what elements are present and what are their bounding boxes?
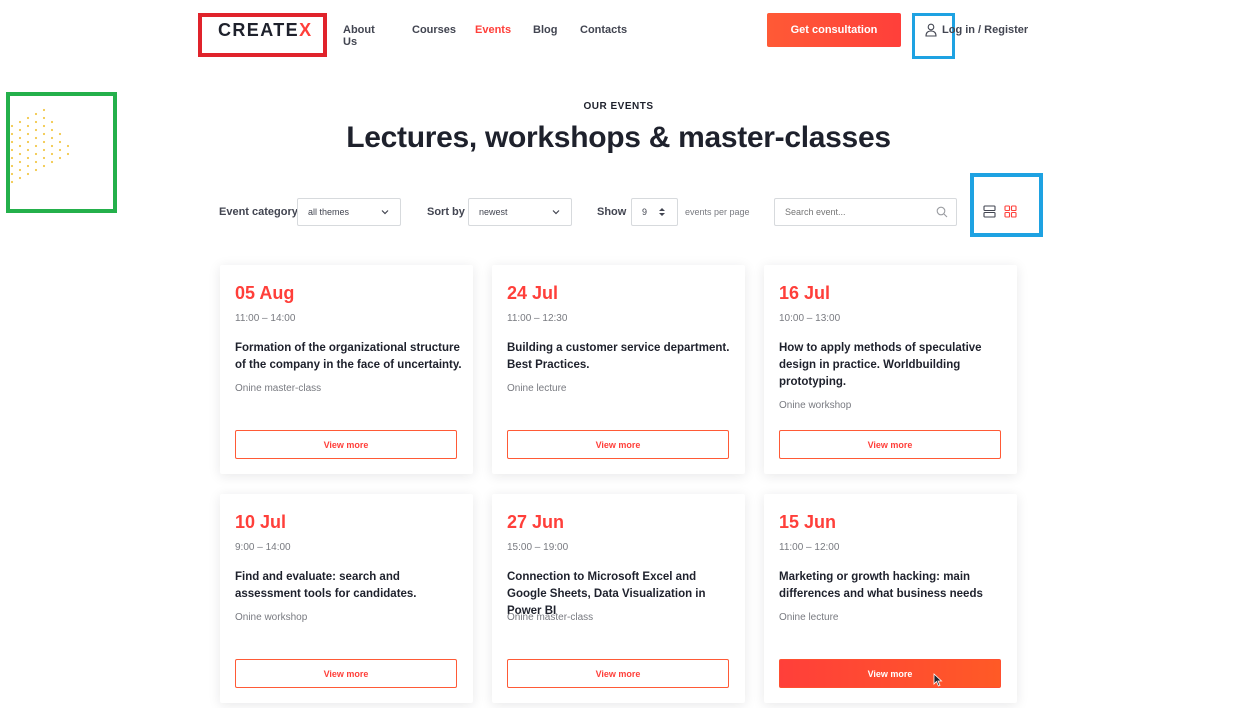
event-time: 15:00 – 19:00 [507,542,569,553]
event-title: Building a customer service department. … [507,342,730,371]
event-title: Marketing or growth hacking: main differ… [779,571,983,600]
event-type: Onine lecture [507,383,567,394]
event-time: 9:00 – 14:00 [235,542,291,553]
view-more-button[interactable]: View more [507,659,729,688]
event-type: Onine workshop [235,612,308,623]
nav-item-about[interactable]: About Us [343,24,375,48]
search-input[interactable] [774,198,957,226]
event-date: 24 Jul [507,283,559,303]
event-card: 10 Jul 9:00 – 14:00 Find and evaluate: s… [220,494,473,703]
event-card: 24 Jul 11:00 – 12:30 Building a customer… [492,265,745,474]
event-type: Onine master-class [507,612,594,623]
view-more-button[interactable]: View more [235,430,457,459]
chevron-down-icon [381,210,389,215]
event-type: Onine lecture [779,612,839,623]
nav-item-courses[interactable]: Courses [412,24,456,36]
stepper-icon[interactable] [657,207,667,217]
event-time: 11:00 – 14:00 [235,313,296,324]
sort-by-select[interactable]: newest [468,198,572,226]
logo-accent: X [299,20,313,40]
event-title: Formation of the organizational structur… [235,342,462,371]
per-page-label: events per page [685,207,750,217]
show-label: Show [597,206,627,218]
event-title: How to apply methods of speculative desi… [779,342,982,388]
grid-view-icon[interactable] [1004,205,1017,218]
per-page-value: 9 [642,207,648,217]
event-time: 11:00 – 12:30 [507,313,568,324]
event-category-label: Event category [219,206,298,218]
event-category-select[interactable]: all themes [297,198,401,226]
nav-item-blog[interactable]: Blog [533,24,557,36]
event-time: 11:00 – 12:00 [779,542,840,553]
view-more-button[interactable]: View more [507,430,729,459]
event-card: 05 Aug 11:00 – 14:00 Formation of the or… [220,265,473,474]
event-card: 15 Jun 11:00 – 12:00 Marketing or growth… [764,494,1017,703]
event-type: Onine workshop [779,400,852,411]
user-icon[interactable] [925,23,937,37]
event-time: 10:00 – 13:00 [779,313,841,324]
event-card: 16 Jul 10:00 – 13:00 How to apply method… [764,265,1017,474]
sort-by-label: Sort by [427,206,465,218]
nav-item-contacts[interactable]: Contacts [580,24,627,36]
nav-item-events[interactable]: Events [475,24,511,36]
chevron-down-icon [552,210,560,215]
event-category-value: all themes [308,207,350,217]
event-card: 27 Jun 15:00 – 19:00 Connection to Micro… [492,494,745,703]
login-register-link[interactable]: Log in / Register [942,24,1028,36]
event-type: Onine master-class [235,383,322,394]
event-date: 10 Jul [235,512,287,532]
logo-text: CREATE [218,20,300,40]
site-header: CREATEX About Us Courses Events Blog Con… [0,0,1237,62]
event-title: Find and evaluate: search and assessment… [235,571,417,600]
view-more-button[interactable]: View more [235,659,457,688]
event-date: 16 Jul [779,283,831,303]
view-more-button[interactable]: View more [779,430,1001,459]
event-date: 05 Aug [235,283,295,303]
get-consultation-button[interactable]: Get consultation [767,13,901,47]
list-view-icon[interactable] [983,205,996,218]
sort-by-value: newest [479,207,508,217]
event-date: 27 Jun [507,512,565,532]
page-title: Lectures, workshops & master-classes [346,121,891,154]
event-date: 15 Jun [779,512,837,532]
section-eyebrow: OUR EVENTS [583,101,654,112]
per-page-stepper[interactable]: 9 [631,198,678,226]
view-more-button[interactable]: View more [779,659,1001,688]
logo[interactable]: CREATEX [218,20,312,41]
cursor-icon [933,673,943,687]
search-icon[interactable] [936,206,948,218]
